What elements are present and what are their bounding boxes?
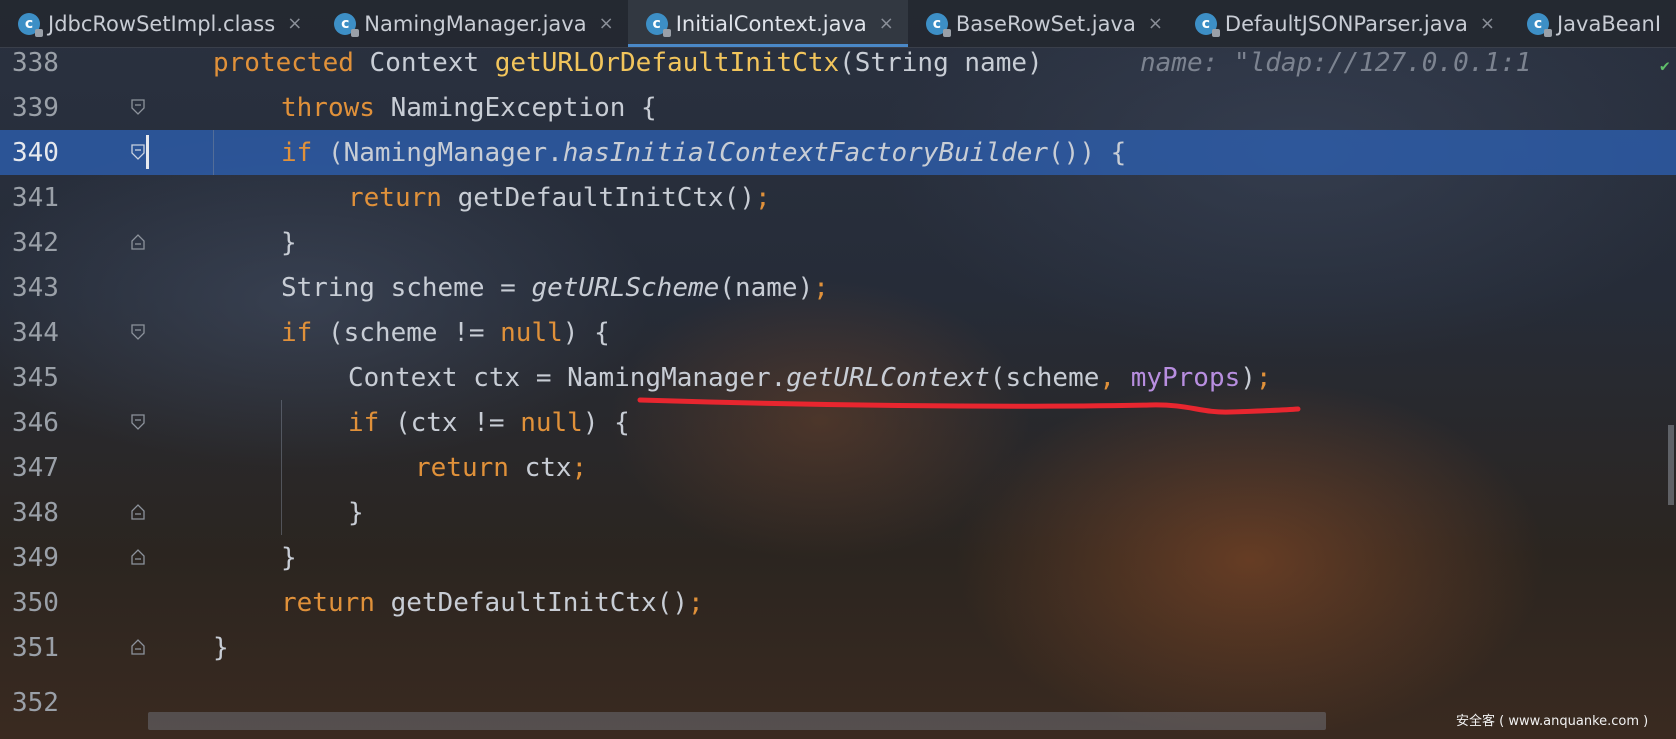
class-icon: c — [1194, 12, 1220, 37]
line-number: 339 — [12, 92, 59, 123]
code-text: if (ctx != null) { — [348, 407, 630, 438]
code-text: } — [348, 497, 364, 528]
code-line[interactable]: 338 protected Context getURLOrDefaultIni… — [0, 40, 1676, 85]
tab-label: JdbcRowSetImpl.class — [48, 11, 276, 36]
code-line[interactable]: 343 String scheme = getURLScheme(name); — [0, 265, 1676, 310]
line-number: 341 — [12, 182, 59, 213]
line-number: 340 — [12, 137, 59, 168]
code-text: Context ctx = NamingManager.getURLContex… — [348, 362, 1272, 393]
fold-open-icon[interactable] — [131, 99, 145, 115]
code-line[interactable]: 351 } — [0, 625, 1676, 670]
code-line[interactable]: 349 } — [0, 535, 1676, 580]
indent-guide — [213, 130, 214, 175]
code-text: return getDefaultInitCtx(); — [348, 182, 771, 213]
tab-label: InitialContext.java — [675, 11, 867, 36]
code-text: return ctx; — [415, 452, 588, 483]
code-line[interactable]: 344 if (scheme != null) { — [0, 310, 1676, 355]
code-text: protected Context getURLOrDefaultInitCtx… — [213, 47, 1043, 78]
line-number: 346 — [12, 407, 59, 438]
line-number: 342 — [12, 227, 59, 258]
fold-close-icon[interactable] — [131, 549, 145, 565]
tab-label: BaseRowSet.java — [955, 11, 1136, 36]
line-number: 351 — [12, 632, 59, 663]
line-number: 349 — [12, 542, 59, 573]
indent-guide — [281, 400, 282, 535]
class-icon: c — [645, 12, 671, 37]
line-number: 350 — [12, 587, 59, 618]
code-text: String scheme = getURLScheme(name); — [281, 272, 829, 303]
line-number: 344 — [12, 317, 59, 348]
code-line[interactable]: 341 return getDefaultInitCtx(); — [0, 175, 1676, 220]
code-text: } — [213, 632, 229, 663]
check-icon: ✔ — [1660, 56, 1670, 75]
class-icon: c — [18, 12, 43, 37]
code-text: throws NamingException { — [281, 92, 657, 123]
code-text: return getDefaultInitCtx(); — [281, 587, 704, 618]
fold-open-icon[interactable] — [131, 144, 145, 160]
line-number: 338 — [12, 47, 59, 78]
watermark-text: 安全客 ( www.anquanke.com ) — [1456, 714, 1649, 729]
fold-open-icon[interactable] — [131, 414, 145, 430]
line-number: 343 — [12, 272, 59, 303]
code-text: if (scheme != null) { — [281, 317, 610, 348]
parameter-value-hint: name: "ldap://127.0.0.1:1 — [1140, 47, 1532, 78]
line-number: 352 — [12, 688, 59, 718]
class-icon: c — [925, 12, 951, 37]
close-icon[interactable]: × — [879, 13, 894, 34]
fold-close-icon[interactable] — [131, 234, 145, 250]
close-icon[interactable]: × — [287, 13, 302, 34]
class-icon: c — [334, 12, 360, 37]
code-line[interactable]: 346 if (ctx != null) { — [0, 400, 1676, 445]
close-icon[interactable]: × — [1480, 13, 1495, 34]
code-text: if (NamingManager.hasInitialContextFacto… — [281, 137, 1127, 168]
code-line[interactable]: 348 } — [0, 490, 1676, 535]
tab-label: NamingManager.java — [364, 11, 587, 36]
line-number: 345 — [12, 362, 59, 393]
fold-open-icon[interactable] — [131, 324, 145, 340]
class-icon: c — [1526, 12, 1552, 37]
fold-close-icon[interactable] — [131, 504, 145, 520]
current-line-highlight[interactable]: 340 if (NamingManager.hasInitialContextF… — [0, 130, 1676, 175]
code-line[interactable]: 347 return ctx; — [0, 445, 1676, 490]
line-number: 348 — [12, 497, 59, 528]
fold-close-icon[interactable] — [131, 639, 145, 655]
tab-label: DefaultJSONParser.java — [1224, 11, 1468, 36]
horizontal-scrollbar[interactable] — [148, 712, 1326, 730]
close-icon[interactable]: × — [599, 13, 614, 34]
line-number: 347 — [12, 452, 59, 483]
code-text: } — [281, 227, 297, 258]
code-text: } — [281, 542, 297, 573]
code-line[interactable]: 342 } — [0, 220, 1676, 265]
code-line[interactable]: 345 Context ctx = NamingManager.getURLCo… — [0, 355, 1676, 400]
text-caret — [146, 135, 149, 169]
close-icon[interactable]: × — [1148, 13, 1163, 34]
code-line[interactable]: 339 throws NamingException { — [0, 85, 1676, 130]
tab-label: JavaBeanI — [1556, 11, 1662, 36]
code-line[interactable]: 350 return getDefaultInitCtx(); — [0, 580, 1676, 625]
code-editor[interactable]: 338 protected Context getURLOrDefaultIni… — [0, 40, 1676, 739]
vertical-scrollbar[interactable] — [1668, 425, 1674, 505]
code-line[interactable]: 352 — [0, 670, 1676, 718]
